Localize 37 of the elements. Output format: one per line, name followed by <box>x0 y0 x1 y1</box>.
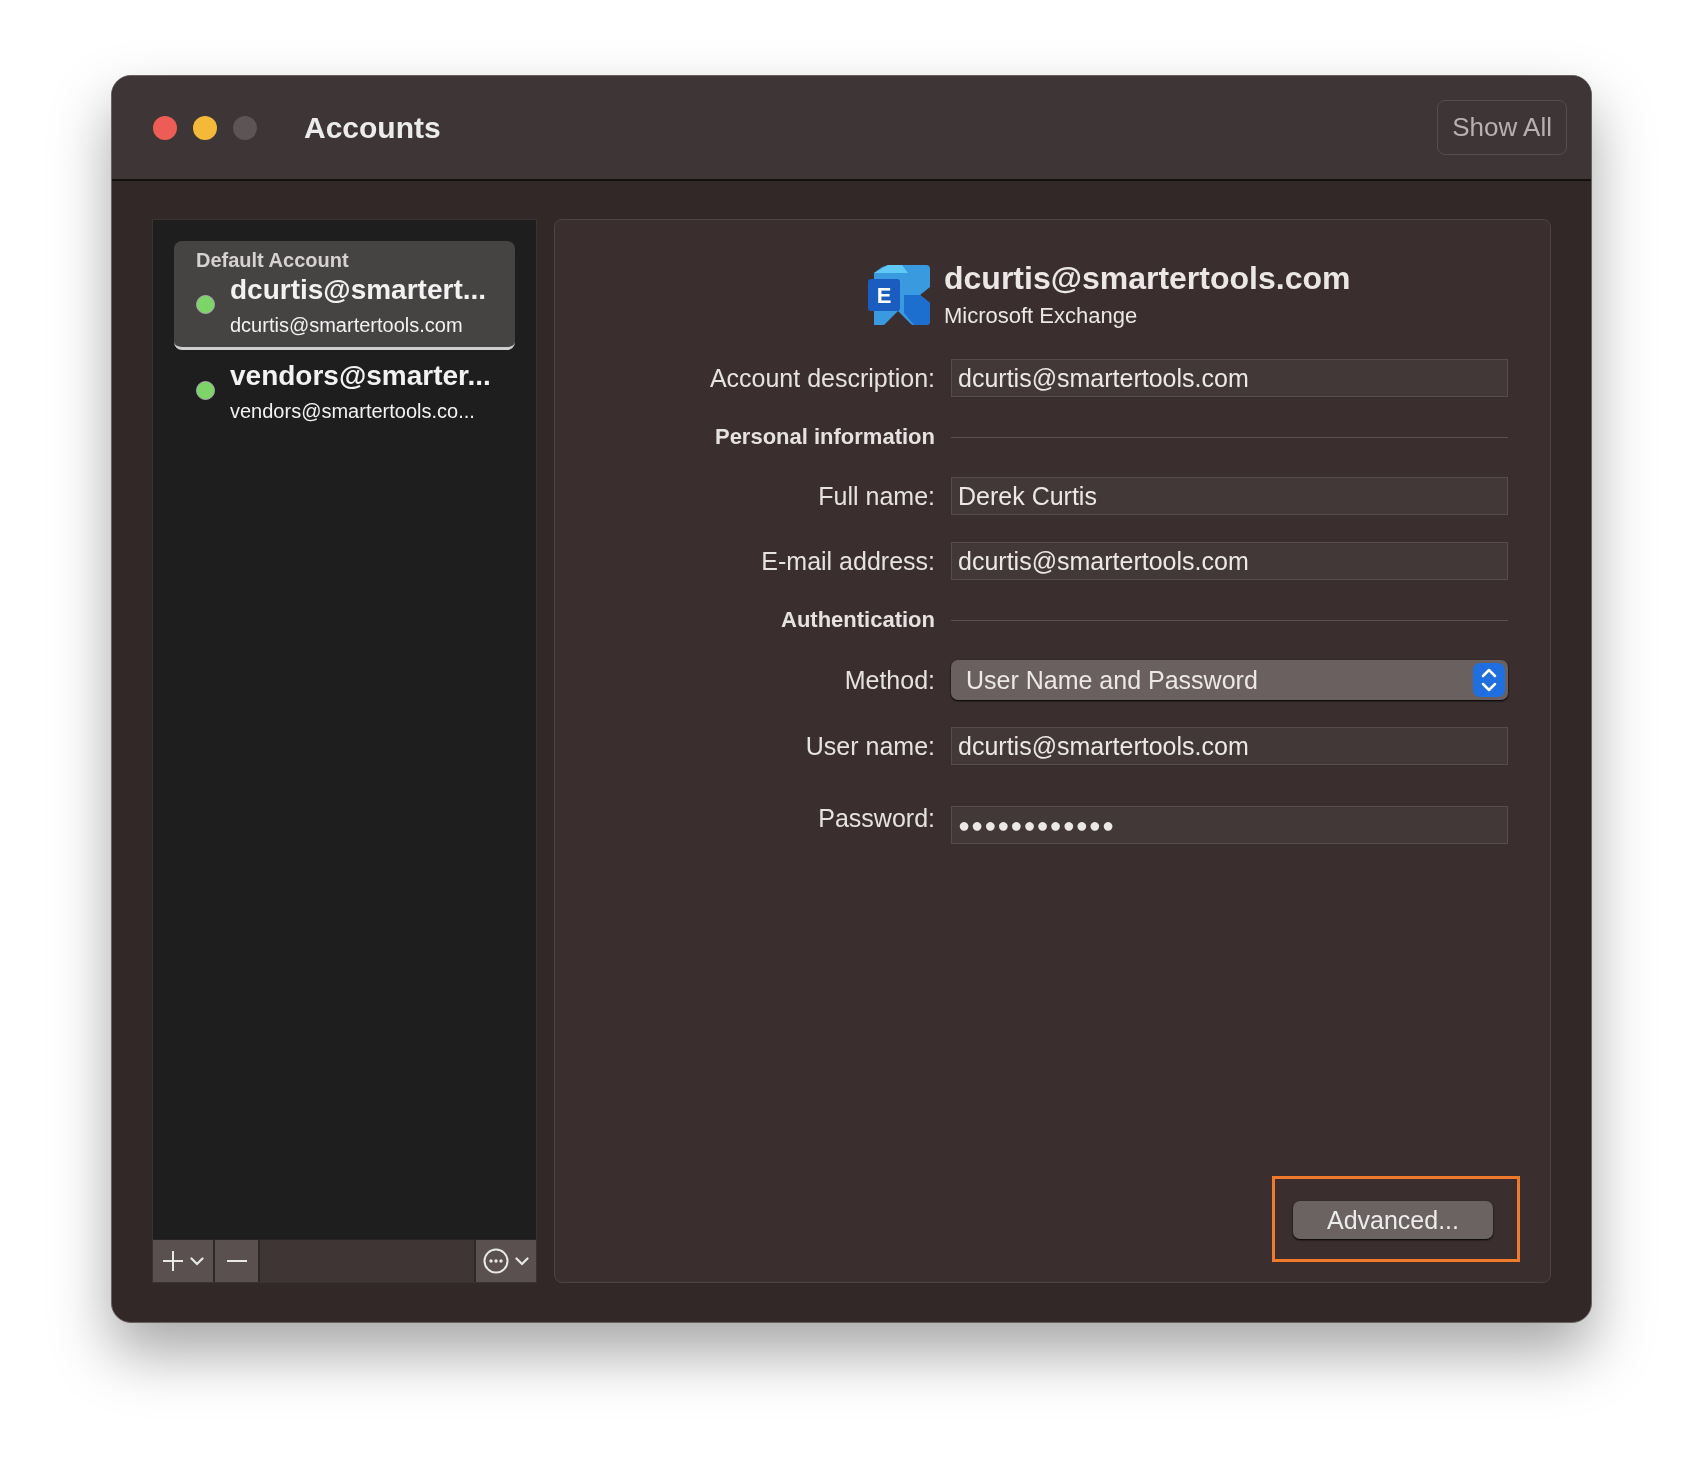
account-type: Microsoft Exchange <box>944 303 1139 329</box>
add-button[interactable] <box>153 1240 215 1282</box>
input-field[interactable]: dcurtis@smartertools.com <box>951 727 1508 765</box>
field-label: E-mail address: <box>760 546 935 576</box>
account-item[interactable]: vendors@smarter... vendors@smartertools.co... <box>174 350 515 436</box>
remove-button[interactable] <box>215 1240 260 1282</box>
account-title: dcurtis@smartertools.com <box>944 260 1351 297</box>
section-heading: Authentication <box>780 607 935 633</box>
ellipsis-circle-icon <box>483 1248 509 1274</box>
input-field[interactable]: Derek Curtis <box>951 477 1508 515</box>
field-label: Method: <box>843 665 935 695</box>
section-heading: Personal information <box>713 424 935 450</box>
account-name: dcurtis@smartert... <box>230 273 488 306</box>
chevron-down-icon <box>190 1256 204 1266</box>
account-item[interactable]: Default Account dcurtis@smartert... dcurtis@smartertools.com <box>174 241 515 350</box>
password-field[interactable]: ●●●●●●●●●●●● <box>951 806 1508 844</box>
show-all-button[interactable]: Show All <box>1437 100 1567 155</box>
account-email: dcurtis@smartertools.com <box>230 313 464 337</box>
group-label: Default Account <box>196 249 350 272</box>
stepper-icon <box>1473 663 1505 697</box>
field-label: User name: <box>804 731 935 761</box>
field-label: Full name: <box>817 481 935 511</box>
minus-icon <box>225 1259 248 1263</box>
advanced-button[interactable]: Advanced... <box>1293 1201 1493 1239</box>
field-label: Account description: <box>708 363 935 393</box>
account-email: vendors@smartertools.co... <box>230 399 476 423</box>
input-field[interactable]: dcurtis@smartertools.com <box>951 359 1508 397</box>
close-button[interactable] <box>153 115 177 140</box>
chevron-down-icon <box>515 1256 529 1266</box>
field-label: Password: <box>817 803 935 833</box>
minimize-button[interactable] <box>193 115 217 140</box>
plus-icon <box>162 1250 184 1272</box>
account-name: vendors@smarter... <box>230 359 492 392</box>
input-field[interactable]: dcurtis@smartertools.com <box>951 542 1508 580</box>
more-button[interactable] <box>474 1240 536 1282</box>
method-select[interactable]: User Name and Password <box>951 660 1508 700</box>
window-title: Accounts <box>304 110 442 145</box>
